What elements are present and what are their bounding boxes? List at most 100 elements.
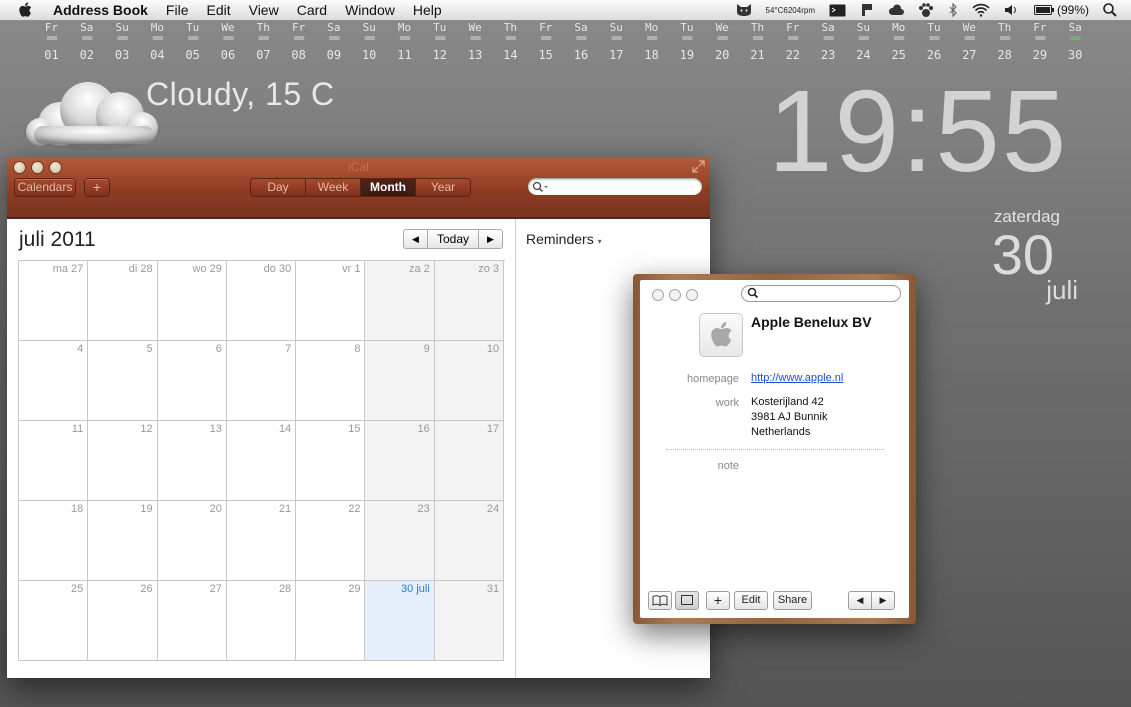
strip-day: Mo == 25 [881,21,916,66]
company-name: Apple Benelux BV [751,314,872,330]
month-view: juli 2011 ◀ Today ▶ ma 27 di 28 wo 29 do 30… [7,219,516,678]
day-cell[interactable]: 9 [365,341,435,421]
previous-card-button[interactable]: ◀ [848,591,872,610]
day-cell[interactable]: 23 [365,501,435,581]
search-input[interactable] [528,178,702,195]
day-number: 18 [71,503,84,515]
strip-day-bar: == [152,33,163,44]
spotlight-search-icon[interactable] [1103,3,1117,17]
tab-year[interactable]: Year [416,179,470,196]
menu-help[interactable]: Help [404,0,451,20]
day-number: za 2 [408,263,430,275]
day-cell[interactable]: vr 1 [296,261,366,341]
day-cell[interactable]: 22 [296,501,366,581]
menu-view[interactable]: View [240,0,288,20]
reminders-header[interactable]: Reminders ▾ [526,231,602,247]
day-cell[interactable]: 27 [157,581,227,661]
edit-button[interactable]: Edit [734,591,768,610]
ab-zoom-button[interactable] [686,289,698,301]
menu-app-name[interactable]: Address Book [44,0,157,20]
tab-week[interactable]: Week [306,179,361,196]
day-cell[interactable]: 12 [88,421,158,501]
strip-day-bar: == [328,33,340,44]
view-switcher: Day Week Month Year [250,178,471,197]
ab-search-input[interactable] [741,285,901,302]
strip-day-number: 09 [326,48,342,62]
strip-day-number: 27 [962,48,977,62]
day-cell[interactable]: 4 [19,341,89,421]
terminal-icon[interactable] [829,4,846,17]
chevron-down-icon: ▾ [597,237,602,246]
day-cell[interactable]: zo 3 [434,261,505,341]
menu-card[interactable]: Card [288,0,336,20]
day-cell[interactable]: 31 [434,581,505,661]
strip-day-bar: == [46,33,57,44]
ab-minimize-button[interactable] [669,289,681,301]
paw-icon[interactable] [918,2,934,18]
apple-menu-icon[interactable] [16,2,34,18]
month-title: juli 2011 [19,228,96,251]
day-cell[interactable]: 14 [226,421,297,501]
day-cell[interactable]: 5 [88,341,158,421]
today-button[interactable]: Today [427,230,479,248]
tab-month[interactable]: Month [361,179,416,196]
day-cell[interactable]: ma 27 [19,261,89,341]
day-cell[interactable]: 24 [434,501,505,581]
day-cell[interactable]: 21 [226,501,297,581]
previous-month-button[interactable]: ◀ [404,230,427,248]
day-cell[interactable]: wo 29 [157,261,227,341]
card-view-button[interactable] [675,591,699,610]
day-cell[interactable]: do 30 [226,261,297,341]
add-contact-button[interactable]: + [706,591,730,610]
day-cell[interactable]: 10 [434,341,505,421]
strip-day-bar: == [222,33,234,44]
strip-day-number: 14 [503,48,518,62]
wifi-icon[interactable] [972,3,990,17]
share-button[interactable]: Share [773,591,812,610]
day-cell[interactable]: 16 [365,421,435,501]
strip-day-bar: == [858,33,869,44]
day-cell[interactable]: 29 [296,581,366,661]
cat-icon[interactable] [736,3,752,17]
day-cell[interactable]: 8 [296,341,366,421]
next-card-button[interactable]: ▶ [871,591,895,610]
bluetooth-icon[interactable] [948,3,958,17]
day-cell[interactable]: 17 [434,421,505,501]
menu-file[interactable]: File [157,0,198,20]
clock-month: juli [1046,275,1078,305]
day-cell[interactable]: 15 [296,421,366,501]
homepage-link[interactable]: http://www.apple.nl [751,372,843,384]
temperature-readout[interactable]: 54°C 6204rpm [766,6,815,15]
day-cell[interactable]: 20 [157,501,227,581]
day-cell[interactable]: 11 [19,421,89,501]
cloud-sync-icon[interactable] [888,3,904,17]
calendars-button[interactable]: Calendars [14,178,76,197]
day-cell[interactable]: 25 [19,581,89,661]
day-cell[interactable]: 18 [19,501,89,581]
menu-edit[interactable]: Edit [197,0,239,20]
day-cell-today[interactable]: 30 juli [365,581,435,661]
strip-day-number: 22 [785,48,801,62]
day-cell[interactable]: 26 [88,581,158,661]
day-cell[interactable]: 6 [157,341,227,421]
fullscreen-icon[interactable] [692,160,705,173]
next-month-button[interactable]: ▶ [479,230,502,248]
flag-icon[interactable] [860,3,874,17]
menu-window[interactable]: Window [336,0,404,20]
ical-toolbar: iCal Calendars + Day Week Month Year [7,157,710,225]
ab-close-button[interactable] [652,289,664,301]
day-number: 19 [140,503,153,515]
day-cell[interactable]: 7 [226,341,297,421]
day-cell[interactable]: 28 [226,581,297,661]
day-cell[interactable]: za 2 [365,261,435,341]
strip-day-bar: == [1034,33,1046,44]
strip-day-bar: == [540,33,552,44]
day-cell[interactable]: 13 [157,421,227,501]
day-cell[interactable]: di 28 [88,261,158,341]
day-cell[interactable]: 19 [88,501,158,581]
book-view-button[interactable] [648,591,672,610]
tab-day[interactable]: Day [251,179,306,196]
volume-icon[interactable] [1004,3,1020,17]
add-event-button[interactable]: + [84,178,110,197]
battery-indicator[interactable]: (99%) [1033,3,1089,17]
